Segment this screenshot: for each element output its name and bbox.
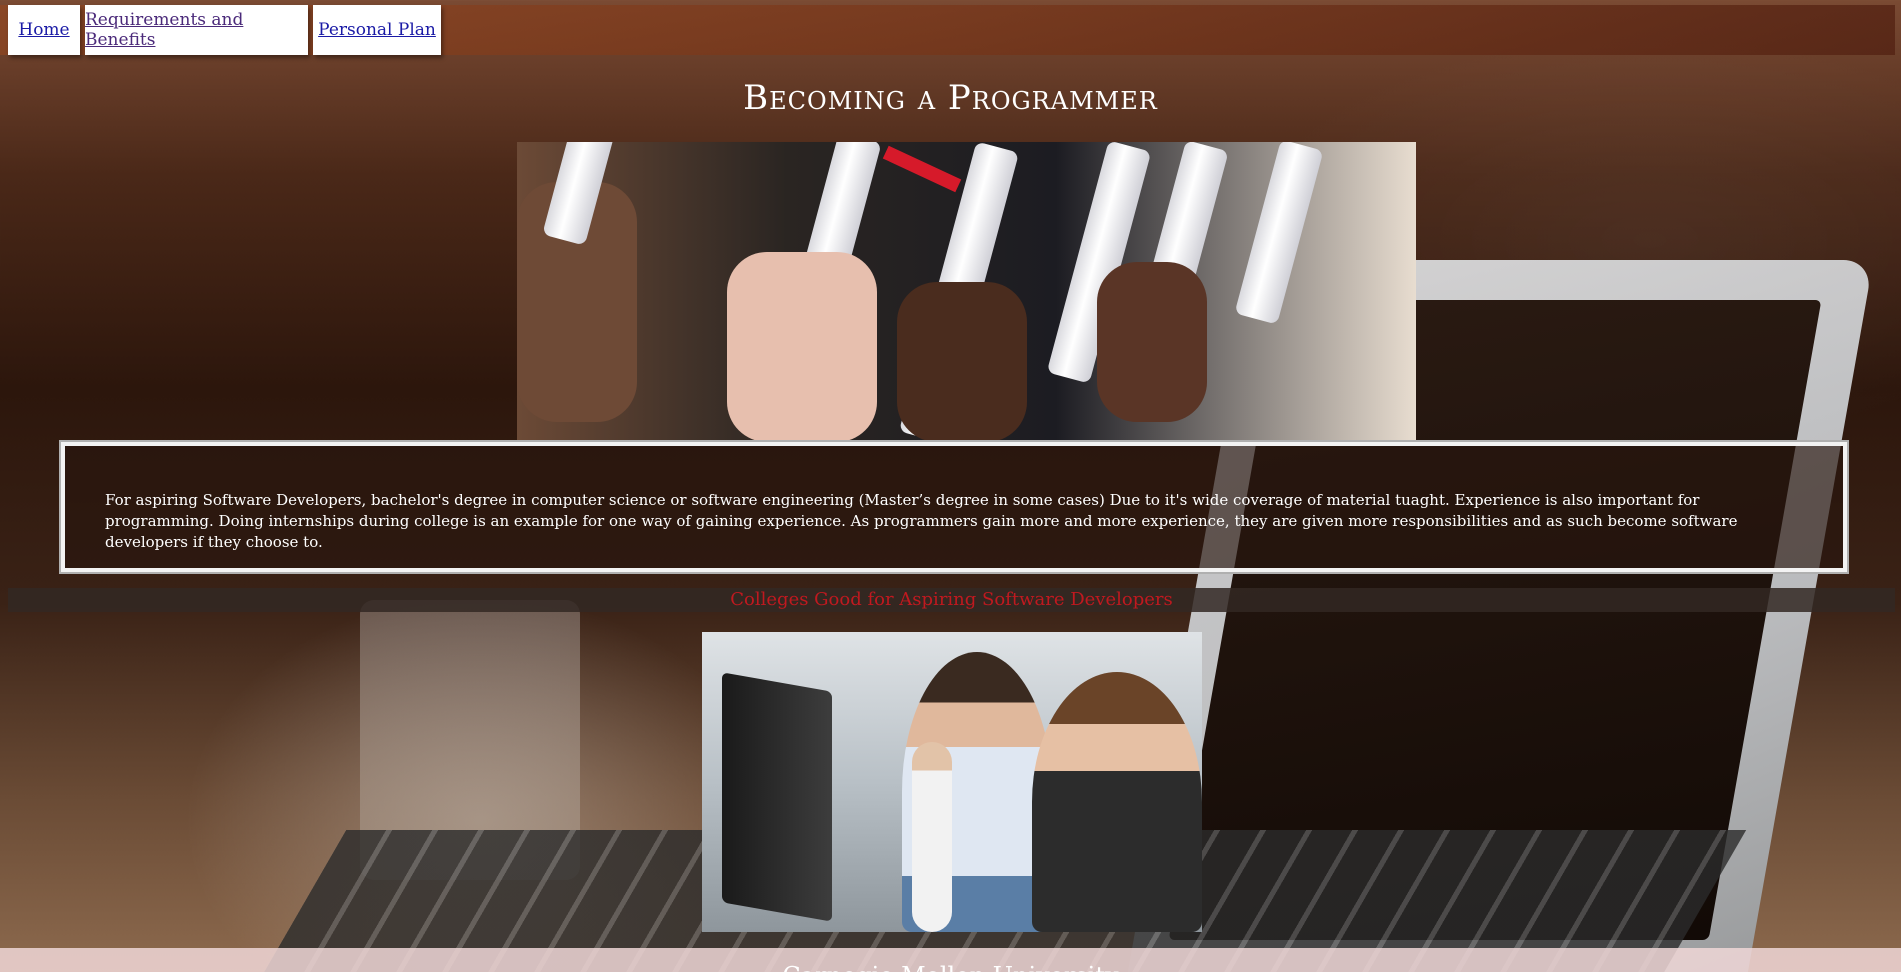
- tab-requirements-and-benefits[interactable]: Requirements and Benefits: [85, 5, 308, 55]
- graduation-diplomas-image: [517, 142, 1416, 442]
- requirements-and-benefits-link[interactable]: Requirements and Benefits: [85, 10, 308, 50]
- next-college-title: Carnegie Mellon University: [782, 962, 1118, 972]
- tab-personal-plan[interactable]: Personal Plan: [313, 5, 441, 55]
- top-navigation: Home Requirements and Benefits Personal …: [0, 5, 1895, 55]
- home-link[interactable]: Home: [18, 20, 69, 40]
- info-paragraph: For aspiring Software Developers, bachel…: [105, 491, 1738, 551]
- student-figure: [1032, 672, 1202, 932]
- hand-shape: [727, 252, 877, 442]
- personal-plan-link[interactable]: Personal Plan: [318, 20, 436, 40]
- info-box: For aspiring Software Developers, bachel…: [61, 442, 1847, 572]
- background-student-figure: [912, 742, 952, 932]
- hand-shape: [897, 282, 1027, 442]
- diploma-scroll: [1234, 142, 1324, 325]
- hand-shape: [1097, 262, 1207, 422]
- tab-home[interactable]: Home: [8, 5, 80, 55]
- monitor-shape: [722, 672, 832, 922]
- colleges-heading: Colleges Good for Aspiring Software Deve…: [8, 588, 1895, 612]
- students-at-computer-image: [702, 632, 1202, 932]
- next-college-heading: Carnegie Mellon University: [0, 948, 1901, 972]
- page-title: Becoming a Programmer: [743, 78, 1158, 118]
- ribbon-shape: [882, 145, 962, 193]
